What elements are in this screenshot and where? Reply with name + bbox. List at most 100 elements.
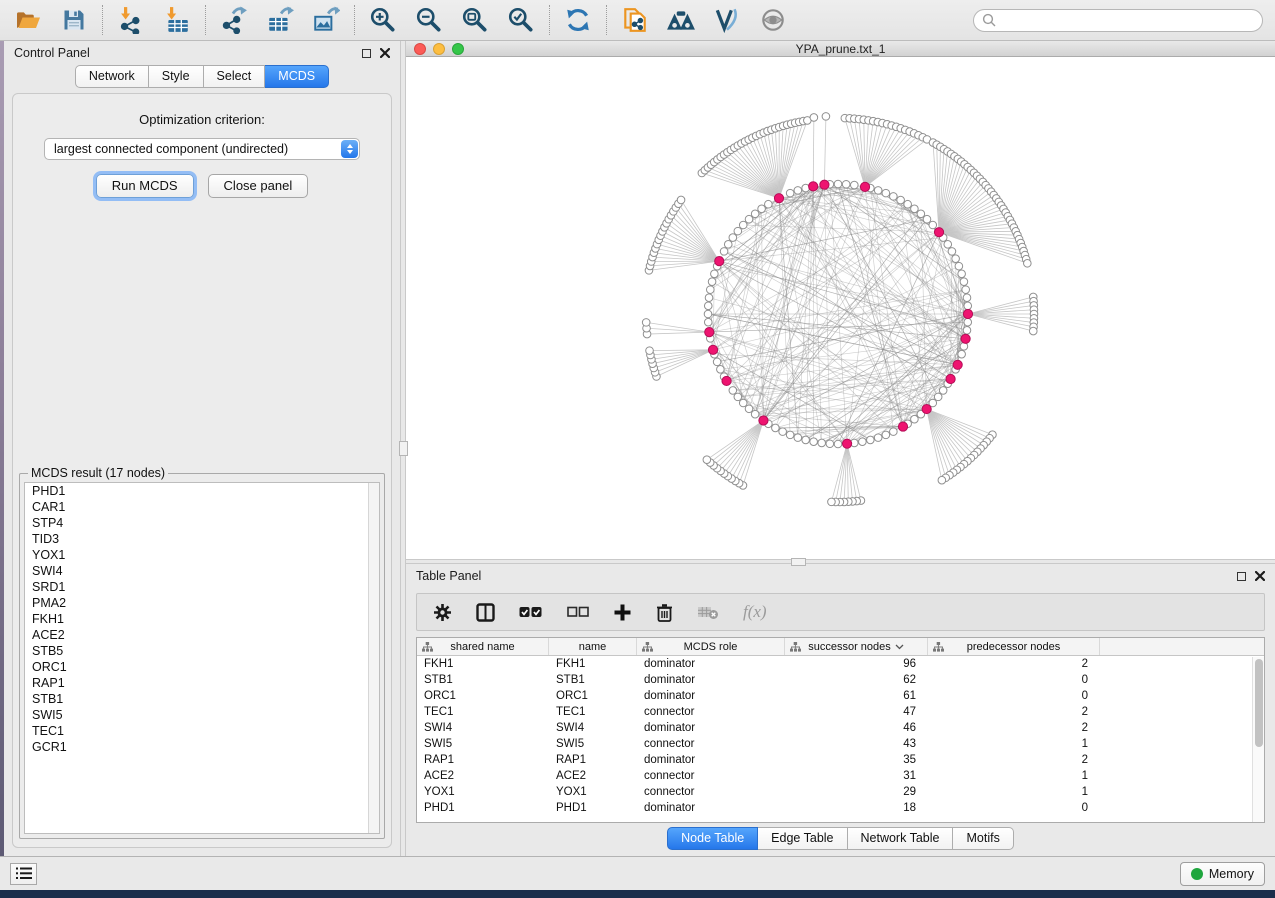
splitter-grip[interactable]: [791, 558, 806, 566]
tab-node-table[interactable]: Node Table: [667, 827, 758, 850]
table-row[interactable]: YOX1YOX1connector291: [417, 784, 1264, 800]
close-panel-icon[interactable]: [1255, 571, 1265, 581]
mcds-node[interactable]: [961, 334, 970, 343]
tab-network-table[interactable]: Network Table: [848, 827, 954, 850]
mcds-node[interactable]: [774, 194, 783, 203]
first-neighbors-button[interactable]: [665, 4, 697, 36]
horizontal-splitter[interactable]: [406, 559, 1275, 564]
mcds-result-item[interactable]: TEC1: [25, 723, 379, 739]
refresh-network-button[interactable]: [562, 4, 594, 36]
import-table-button[interactable]: [161, 4, 193, 36]
search-input[interactable]: [973, 9, 1263, 32]
mcds-result-list[interactable]: PHD1CAR1STP4TID3YOX1SWI4SRD1PMA2FKH1ACE2…: [24, 482, 380, 834]
column-header-shared-name[interactable]: shared name: [417, 638, 549, 655]
table-vertical-scrollbar[interactable]: [1252, 657, 1264, 822]
zoom-out-button[interactable]: [413, 4, 445, 36]
splitter-grip[interactable]: [399, 441, 408, 456]
task-history-button[interactable]: [10, 863, 37, 885]
table-row[interactable]: SWI5SWI5connector431: [417, 736, 1264, 752]
mcds-node[interactable]: [705, 327, 714, 336]
open-folder-button[interactable]: [12, 4, 44, 36]
tab-motifs[interactable]: Motifs: [953, 827, 1013, 850]
table-row[interactable]: STB1STB1dominator620: [417, 672, 1264, 688]
delete-columns-button[interactable]: [656, 603, 673, 622]
mcds-result-item[interactable]: TID3: [25, 531, 379, 547]
column-header-successor-nodes[interactable]: successor nodes: [785, 638, 928, 655]
mcds-node[interactable]: [708, 345, 717, 354]
column-header-name[interactable]: name: [549, 638, 637, 655]
mcds-result-item[interactable]: STB1: [25, 691, 379, 707]
mcds-result-item[interactable]: PHD1: [25, 483, 379, 499]
tab-network[interactable]: Network: [75, 65, 149, 88]
close-panel-button[interactable]: Close panel: [208, 174, 309, 198]
node-table[interactable]: shared namenameMCDS rolesuccessor nodesp…: [416, 637, 1265, 823]
export-table-button[interactable]: [264, 4, 296, 36]
network-window-titlebar[interactable]: YPA_prune.txt_1: [406, 41, 1275, 57]
mcds-result-item[interactable]: FKH1: [25, 611, 379, 627]
memory-button[interactable]: Memory: [1180, 862, 1265, 886]
vertical-splitter[interactable]: [400, 41, 406, 856]
mcds-result-item[interactable]: SWI4: [25, 563, 379, 579]
table-row[interactable]: TEC1TEC1connector472: [417, 704, 1264, 720]
show-hide-graphics-details-button[interactable]: [757, 4, 789, 36]
mcds-result-item[interactable]: STP4: [25, 515, 379, 531]
column-header-predecessor-nodes[interactable]: predecessor nodes: [928, 638, 1100, 655]
mcds-result-item[interactable]: RAP1: [25, 675, 379, 691]
mcds-node[interactable]: [953, 360, 962, 369]
mcds-result-item[interactable]: ACE2: [25, 627, 379, 643]
network-from-document-button[interactable]: [619, 4, 651, 36]
table-row[interactable]: PHD1PHD1dominator180: [417, 800, 1264, 816]
mcds-result-item[interactable]: YOX1: [25, 547, 379, 563]
tab-mcds[interactable]: MCDS: [265, 65, 329, 88]
result-list-scrollbar[interactable]: [368, 483, 379, 833]
table-row[interactable]: ORC1ORC1dominator610: [417, 688, 1264, 704]
mcds-result-item[interactable]: PMA2: [25, 595, 379, 611]
table-row[interactable]: RAP1RAP1dominator352: [417, 752, 1264, 768]
add-column-button[interactable]: [613, 603, 632, 622]
column-header-MCDS-role[interactable]: MCDS role: [637, 638, 785, 655]
zoom-in-button[interactable]: [367, 4, 399, 36]
save-session-button[interactable]: [58, 4, 90, 36]
tab-select[interactable]: Select: [204, 65, 266, 88]
import-network-button[interactable]: [115, 4, 147, 36]
run-mcds-button[interactable]: Run MCDS: [96, 174, 194, 198]
table-row[interactable]: FKH1FKH1dominator962: [417, 656, 1264, 672]
select-all-rows-button[interactable]: [519, 604, 543, 620]
mcds-node[interactable]: [842, 439, 851, 448]
mcds-node[interactable]: [860, 182, 869, 191]
mcds-node[interactable]: [934, 228, 943, 237]
mcds-result-item[interactable]: ORC1: [25, 659, 379, 675]
mcds-node[interactable]: [809, 182, 818, 191]
tab-edge-table[interactable]: Edge Table: [758, 827, 847, 850]
table-row[interactable]: ACE2ACE2connector311: [417, 768, 1264, 784]
mcds-node[interactable]: [820, 180, 829, 189]
export-image-button[interactable]: [310, 4, 342, 36]
mcds-result-item[interactable]: SRD1: [25, 579, 379, 595]
mcds-node[interactable]: [963, 309, 972, 318]
export-network-button[interactable]: [218, 4, 250, 36]
mcds-node[interactable]: [759, 416, 768, 425]
close-panel-icon[interactable]: [380, 48, 390, 58]
mcds-node[interactable]: [946, 374, 955, 383]
deselect-all-rows-button[interactable]: [567, 605, 589, 619]
scrollbar-thumb[interactable]: [1255, 659, 1263, 747]
mcds-result-item[interactable]: STB5: [25, 643, 379, 659]
vizmapper-button[interactable]: [711, 4, 743, 36]
toggle-panel-layout-button[interactable]: [476, 603, 495, 622]
float-panel-icon[interactable]: [362, 49, 371, 58]
mcds-node[interactable]: [898, 422, 907, 431]
tab-style[interactable]: Style: [149, 65, 204, 88]
settings-gear-button[interactable]: [433, 603, 452, 622]
criterion-select[interactable]: largest connected component (undirected): [44, 138, 360, 160]
mcds-node[interactable]: [922, 404, 931, 413]
zoom-selected-button[interactable]: [505, 4, 537, 36]
mcds-result-item[interactable]: CAR1: [25, 499, 379, 515]
network-canvas[interactable]: [406, 57, 1275, 559]
mcds-result-item[interactable]: SWI5: [25, 707, 379, 723]
table-row[interactable]: SWI4SWI4dominator462: [417, 720, 1264, 736]
mcds-node[interactable]: [722, 376, 731, 385]
float-panel-icon[interactable]: [1237, 572, 1246, 581]
mcds-node[interactable]: [715, 257, 724, 266]
mcds-result-item[interactable]: GCR1: [25, 739, 379, 755]
zoom-fit-content-button[interactable]: [459, 4, 491, 36]
